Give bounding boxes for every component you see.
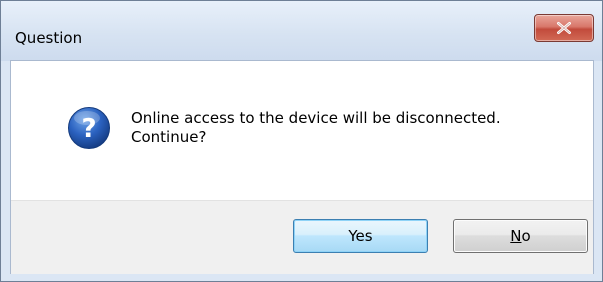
svg-text:?: ? xyxy=(81,114,96,144)
close-button[interactable] xyxy=(534,14,594,42)
no-button-mnemonic: N xyxy=(510,227,522,245)
message-text: Online access to the device will be disc… xyxy=(131,109,571,147)
no-button-label-rest: o xyxy=(521,227,531,245)
message-area: ? Online access to the device will be di… xyxy=(11,61,593,200)
no-button-label: No xyxy=(510,227,530,245)
yes-button[interactable]: Yes xyxy=(293,219,428,253)
title-bar[interactable]: Question xyxy=(1,1,602,61)
question-icon: ? xyxy=(68,107,110,149)
dialog-window: Question ? Online access to the device w… xyxy=(0,0,603,282)
dialog-body: ? Online access to the device will be di… xyxy=(10,60,594,274)
no-button[interactable]: No xyxy=(453,219,588,253)
button-bar: Yes No xyxy=(11,200,593,274)
window-title: Question xyxy=(15,29,83,47)
close-icon xyxy=(557,21,571,35)
message-line-1: Online access to the device will be disc… xyxy=(131,109,501,127)
message-line-2: Continue? xyxy=(131,128,207,146)
yes-button-label: Yes xyxy=(348,227,373,245)
